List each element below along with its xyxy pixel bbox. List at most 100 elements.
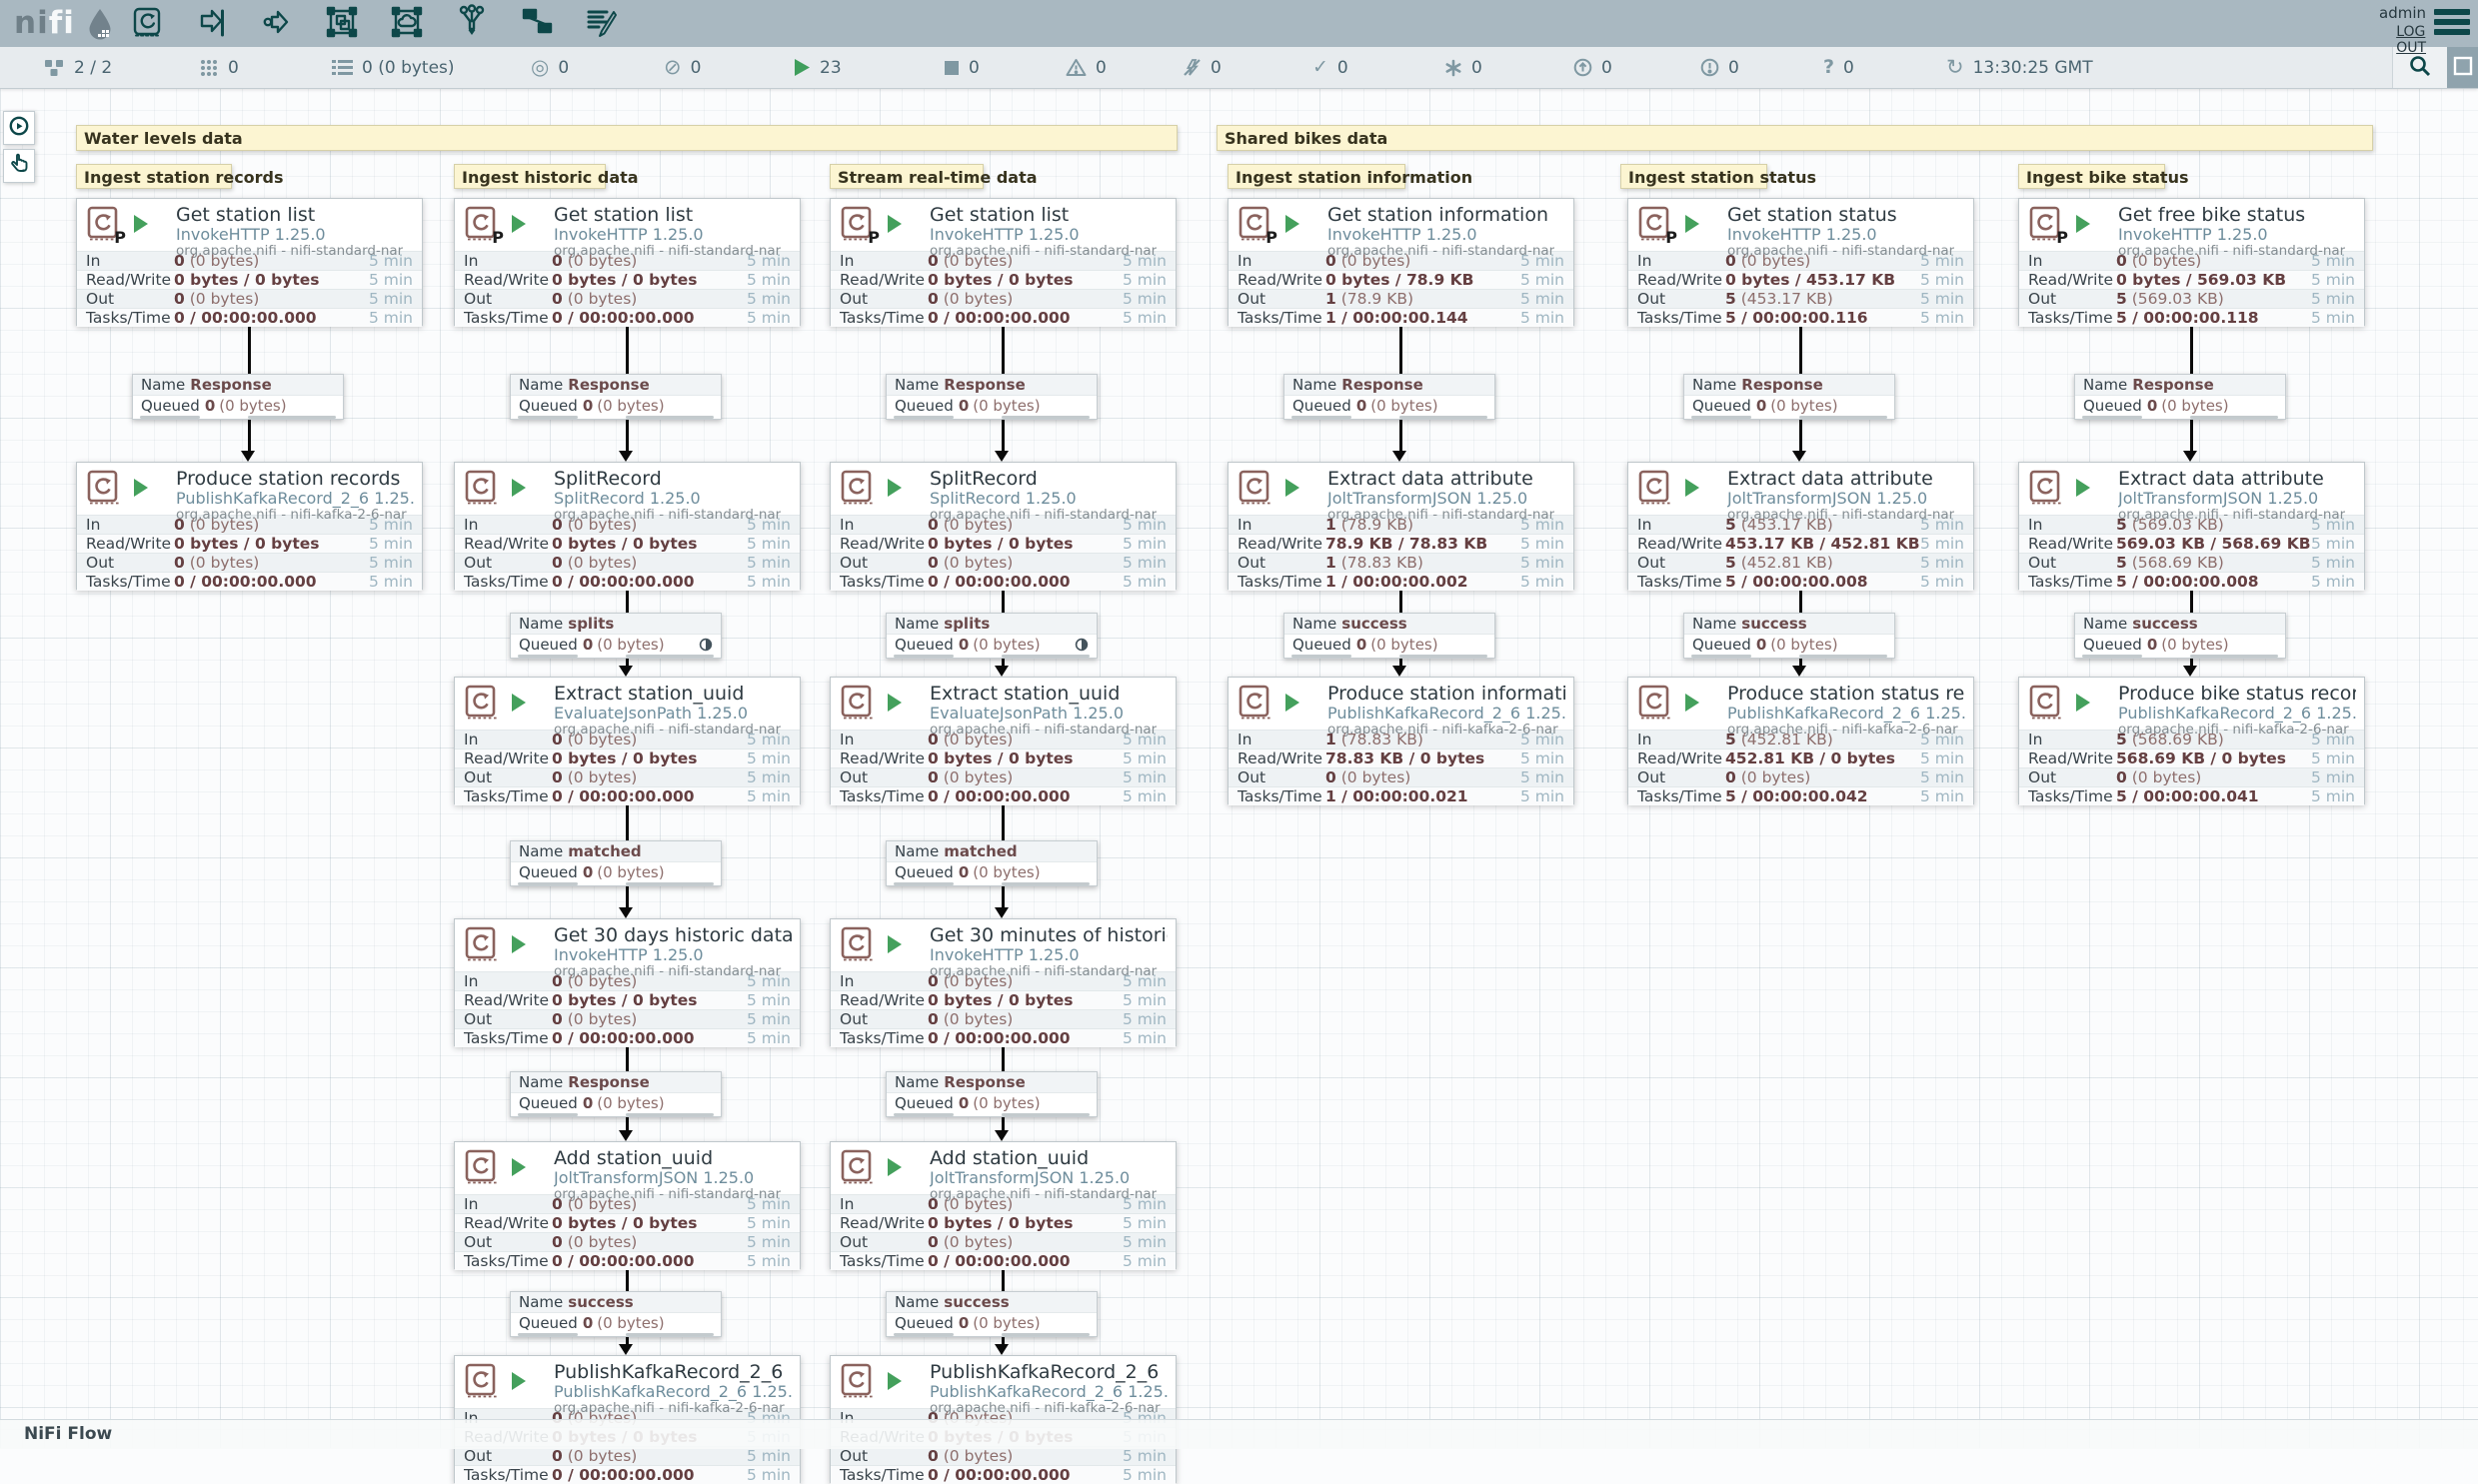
logout-link[interactable]: LOG OUT <box>2396 24 2426 56</box>
processor[interactable]: PGet station listInvokeHTTP 1.25.0org.ap… <box>830 198 1177 326</box>
processor[interactable]: Extract station_uuidEvaluateJsonPath 1.2… <box>454 677 801 804</box>
connection-label[interactable]: NamesuccessQueued0(0 bytes) <box>886 1291 1098 1337</box>
processor[interactable]: Produce station recordsPublishKafkaRecor… <box>76 462 423 590</box>
stat-bold-value: 0 / 00:00:00.000 <box>552 309 695 327</box>
group-label[interactable]: Water levels data <box>76 125 1178 151</box>
processor[interactable]: Get 30 days historic dataInvokeHTTP 1.25… <box>454 918 801 1046</box>
connection-label[interactable]: NameResponseQueued0(0 bytes) <box>886 374 1098 420</box>
processor[interactable]: Produce bike status recordsPublishKafkaR… <box>2018 677 2365 804</box>
toolbar-output-port-button[interactable] <box>260 7 294 41</box>
processor[interactable]: Add station_uuidJoltTransformJSON 1.25.0… <box>454 1141 801 1269</box>
stat-label: In <box>464 1195 552 1213</box>
corner-panel-toggle[interactable] <box>2447 47 2478 88</box>
connection-label[interactable]: NameResponseQueued0(0 bytes) <box>132 374 344 420</box>
stat-value: 0 (0 bytes) <box>552 1233 637 1251</box>
processor[interactable]: Extract data attributeJoltTransformJSON … <box>1228 462 1574 590</box>
refresh-icon[interactable]: ↻ <box>1946 57 1964 78</box>
processor[interactable]: SplitRecordSplitRecord 1.25.0org.apache.… <box>830 462 1177 590</box>
processor[interactable]: PGet station informationInvokeHTTP 1.25.… <box>1228 198 1574 326</box>
connection-label[interactable]: NamesplitsQueued0(0 bytes) <box>510 613 722 659</box>
toolbar-label-button[interactable] <box>585 7 619 41</box>
processor[interactable]: Produce station status recordsPublishKaf… <box>1627 677 1974 804</box>
toolbar-funnel-button[interactable] <box>455 7 489 41</box>
stat-window: 5 min <box>1123 1029 1167 1047</box>
stat-label: Out <box>840 1010 928 1028</box>
connection-label[interactable]: NamesuccessQueued0(0 bytes) <box>1683 613 1895 659</box>
section-label[interactable]: Ingest station status <box>1620 164 1767 189</box>
processor[interactable]: PGet station listInvokeHTTP 1.25.0org.ap… <box>76 198 423 326</box>
stat-value: 0 bytes / 0 bytes <box>928 535 1074 553</box>
stat-window: 5 min <box>369 252 413 270</box>
processor[interactable]: SplitRecordSplitRecord 1.25.0org.apache.… <box>454 462 801 590</box>
global-menu-icon[interactable] <box>2434 9 2470 39</box>
stat-count: 5 <box>1725 516 1736 534</box>
queued-count: 0 <box>583 1094 593 1112</box>
connection-label[interactable]: NamesuccessQueued0(0 bytes) <box>2074 613 2286 659</box>
stat-value: 0 / 00:00:00.000 <box>552 309 695 327</box>
operate-palette-toggle[interactable] <box>3 149 35 183</box>
connection-label[interactable]: NamesplitsQueued0(0 bytes) <box>886 613 1098 659</box>
stat-value: 5 (569.03 KB) <box>2116 290 2224 308</box>
toolbar-template-button[interactable] <box>520 7 554 41</box>
section-label[interactable]: Ingest bike status <box>2018 164 2165 189</box>
connection-label[interactable]: NamesuccessQueued0(0 bytes) <box>510 1291 722 1337</box>
toolbar-processor-button[interactable] <box>130 7 164 41</box>
connection-label[interactable]: NameResponseQueued0(0 bytes) <box>510 374 722 420</box>
processor[interactable]: Get 30 minutes of historic dataInvokeHTT… <box>830 918 1177 1046</box>
processor-titles: Produce station recordsPublishKafkaRecor… <box>176 469 414 523</box>
processor[interactable]: PGet station listInvokeHTTP 1.25.0org.ap… <box>454 198 801 326</box>
connection-label[interactable]: NameResponseQueued0(0 bytes) <box>886 1071 1098 1117</box>
processor[interactable]: PGet free bike statusInvokeHTTP 1.25.0or… <box>2018 198 2365 326</box>
queue-size-bar <box>1399 416 1487 419</box>
connection-label[interactable]: NameResponseQueued0(0 bytes) <box>1283 374 1495 420</box>
processor[interactable]: PGet station statusInvokeHTTP 1.25.0org.… <box>1627 198 1974 326</box>
section-label[interactable]: Ingest historic data <box>454 164 606 189</box>
stat-row-readwrite: Read/Write0 bytes / 0 bytes5 min <box>77 534 422 553</box>
processor[interactable]: Add station_uuidJoltTransformJSON 1.25.0… <box>830 1141 1177 1269</box>
stat-value: 0 / 00:00:00.000 <box>174 573 317 591</box>
connection-name-prefix: Name <box>519 1293 563 1311</box>
section-label[interactable]: Ingest station information <box>1228 164 1405 189</box>
processor-header: PublishKafkaRecord_2_6PublishKafkaRecord… <box>455 1356 800 1408</box>
toolbar-process-group-button[interactable] <box>325 7 359 41</box>
flow-canvas[interactable]: Water levels data Shared bikes data Ingest… <box>0 88 2478 1448</box>
stat-bold-value: 0 bytes / 0 bytes <box>174 535 320 553</box>
stat-size: (0 bytes) <box>1741 252 1811 270</box>
stat-window: 5 min <box>747 1195 791 1213</box>
toolbar-remote-process-group-button[interactable] <box>390 7 424 41</box>
stat-label: In <box>1238 252 1325 270</box>
stat-value: 0 bytes / 0 bytes <box>928 991 1074 1009</box>
processor-titles: Get 30 days historic dataInvokeHTTP 1.25… <box>554 925 792 979</box>
stat-size: (452.81 KB) <box>1741 554 1833 572</box>
processor[interactable]: Extract data attributeJoltTransformJSON … <box>1627 462 1974 590</box>
connection-label[interactable]: NamematchedQueued0(0 bytes) <box>886 840 1098 886</box>
invalid-icon <box>1066 58 1087 77</box>
processor[interactable]: Extract station_uuidEvaluateJsonPath 1.2… <box>830 677 1177 804</box>
connection-arrowhead-icon <box>995 907 1009 918</box>
toolbar-input-port-button[interactable] <box>195 7 229 41</box>
processor[interactable]: Produce station information rec...Publis… <box>1228 677 1574 804</box>
connection-name-row: NameResponse <box>1284 375 1494 396</box>
navigate-palette-toggle[interactable] <box>3 111 35 145</box>
stat-row-tasks: Tasks/Time1 / 00:00:00.0025 min <box>1229 572 1573 591</box>
connection-name-prefix: Name <box>1692 376 1736 394</box>
queue-count-bar <box>140 416 200 419</box>
connection-label[interactable]: NameResponseQueued0(0 bytes) <box>2074 374 2286 420</box>
group-label[interactable]: Shared bikes data <box>1217 125 2373 151</box>
connection-label[interactable]: NamesuccessQueued0(0 bytes) <box>1283 613 1495 659</box>
stat-window: 5 min <box>1123 252 1167 270</box>
stat-row-readwrite: Read/Write0 bytes / 453.17 KB5 min <box>1628 270 1973 289</box>
stat-label: In <box>1637 516 1725 534</box>
breadcrumb-root[interactable]: NiFi Flow <box>0 1420 2478 1444</box>
section-label[interactable]: Ingest station records <box>76 164 232 189</box>
connection-label[interactable]: NameResponseQueued0(0 bytes) <box>1683 374 1895 420</box>
connection-label[interactable]: NameResponseQueued0(0 bytes) <box>510 1071 722 1117</box>
section-label[interactable]: Stream real-time data <box>830 164 984 189</box>
stat-label: Out <box>1238 554 1325 572</box>
stat-bold-value: 0 bytes / 453.17 KB <box>1725 271 1895 289</box>
connection-label[interactable]: NamematchedQueued0(0 bytes) <box>510 840 722 886</box>
queue-indicator-bars <box>511 881 721 886</box>
stat-label: In <box>2028 731 2116 748</box>
queued-count: 0 <box>2147 636 2157 654</box>
processor[interactable]: Extract data attributeJoltTransformJSON … <box>2018 462 2365 590</box>
